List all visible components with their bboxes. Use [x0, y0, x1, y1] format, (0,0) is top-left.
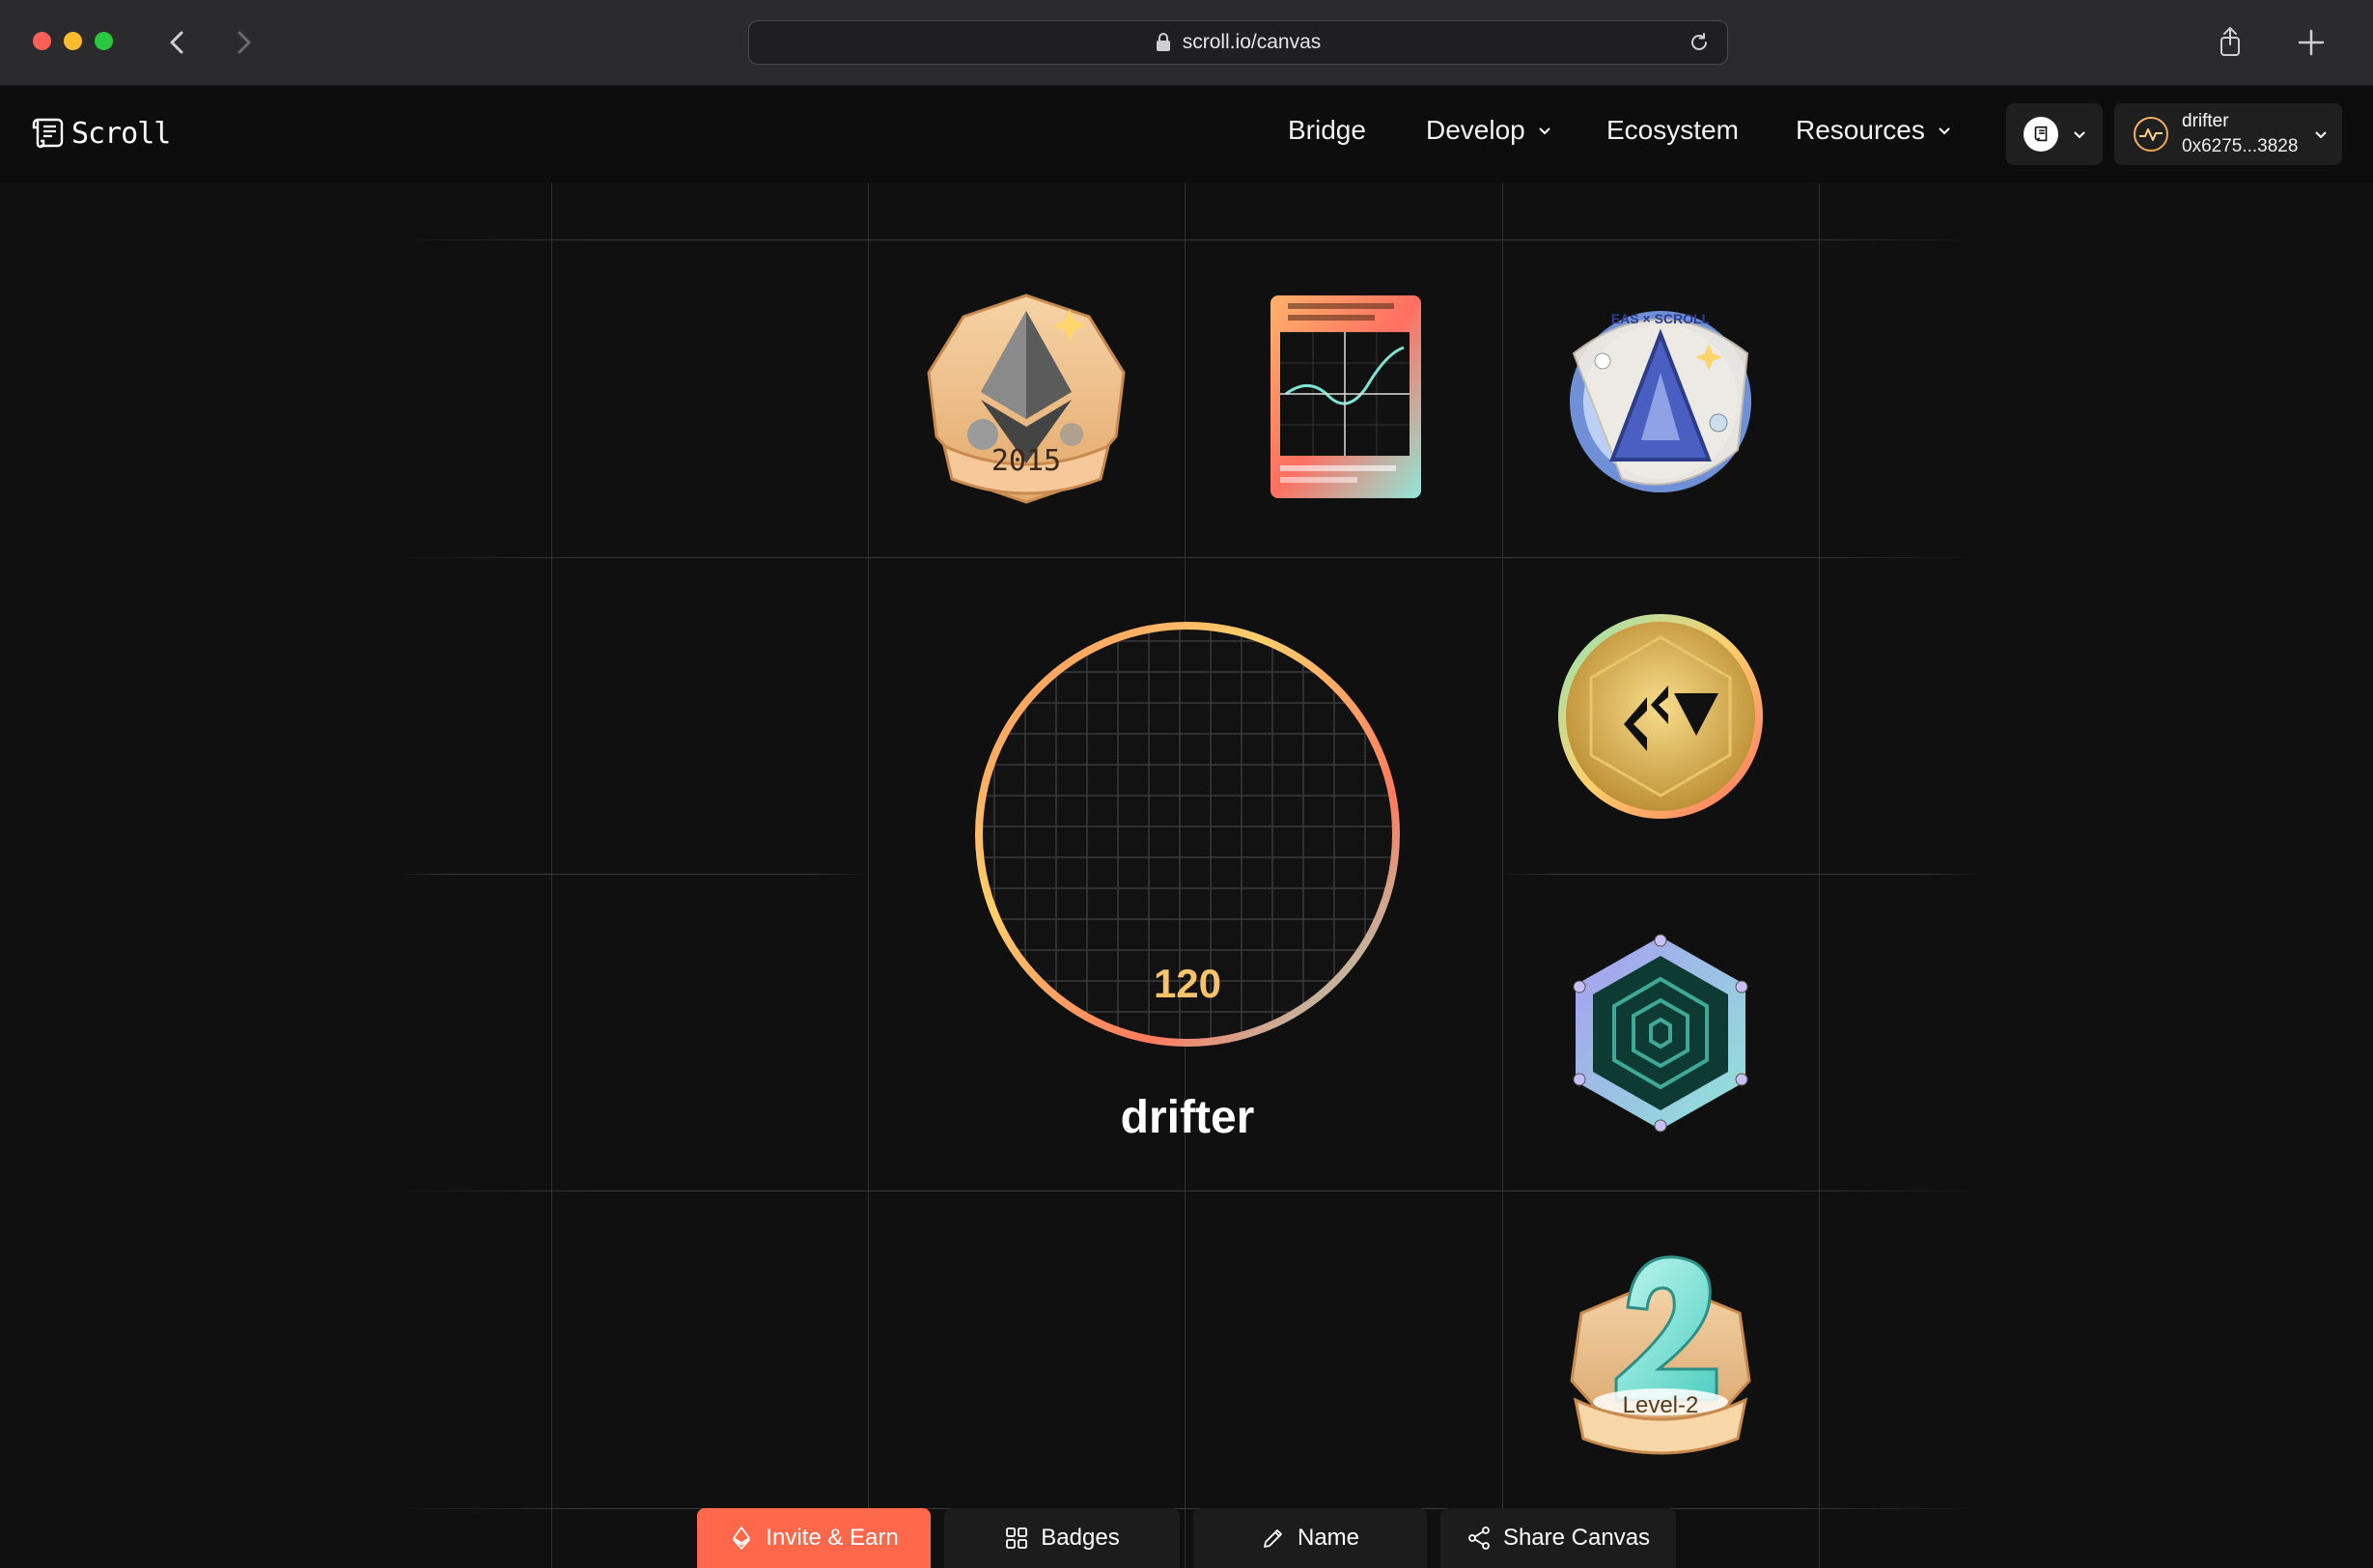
share-canvas-label: Share Canvas — [1502, 1525, 1651, 1551]
grid-line — [1502, 874, 1979, 875]
canvas-username: drifter — [1120, 1092, 1255, 1143]
address-bar[interactable]: scroll.io/canvas — [748, 20, 1728, 65]
close-window-button[interactable] — [33, 32, 51, 50]
forward-icon[interactable] — [222, 21, 265, 64]
grid-line — [396, 874, 869, 875]
invite-earn-label: Invite & Earn — [766, 1525, 899, 1551]
name-button[interactable]: Name — [1193, 1508, 1427, 1568]
network-selector[interactable] — [2006, 103, 2103, 165]
chevron-down-icon — [2074, 131, 2085, 139]
badges-label: Badges — [1041, 1525, 1120, 1551]
reload-icon[interactable] — [1689, 32, 1710, 53]
browser-chrome: scroll.io/canvas — [0, 0, 2373, 86]
wallet-name: drifter — [2182, 111, 2229, 131]
nav-develop-label: Develop — [1426, 115, 1525, 145]
minimize-window-button[interactable] — [64, 32, 82, 50]
eas-scroll-badge[interactable]: EAS × SCROLL — [1564, 295, 1757, 498]
scroll-logo[interactable]: Scroll — [29, 115, 171, 152]
chevron-down-icon — [2315, 131, 2328, 139]
chevron-down-icon — [1539, 127, 1550, 135]
ethereum-2015-badge[interactable]: 2015 — [917, 290, 1135, 508]
share-canvas-button[interactable]: Share Canvas — [1440, 1508, 1676, 1568]
wallet-button[interactable]: drifter 0x6275...3828 — [2114, 103, 2342, 165]
new-tab-icon[interactable] — [2292, 23, 2331, 62]
chevron-down-icon — [1939, 127, 1950, 135]
nav-bridge-label: Bridge — [1288, 115, 1366, 145]
scroll-network-icon — [2024, 117, 2058, 152]
window-controls — [33, 32, 113, 50]
grid-line — [868, 183, 869, 1568]
wallet-info: drifter 0x6275...3828 — [2182, 111, 2298, 157]
equation-scroll-icon — [1270, 295, 1421, 498]
nav-develop[interactable]: Develop — [1426, 115, 1552, 146]
badge-title-label: EAS × SCROLL — [1610, 311, 1711, 326]
grid-icon — [1006, 1527, 1028, 1549]
badge-year-label: 2015 — [991, 444, 1062, 478]
name-label: Name — [1297, 1525, 1360, 1551]
back-icon[interactable] — [156, 21, 199, 64]
nav-ecosystem-label: Ecosystem — [1606, 115, 1739, 145]
grid-line — [1502, 183, 1503, 1568]
pencil-icon — [1264, 1529, 1282, 1548]
grid-line — [551, 183, 552, 1568]
grid-line — [396, 557, 1979, 558]
share-nodes-icon — [1468, 1526, 1490, 1550]
scroll-logo-icon — [32, 118, 64, 149]
score-value: 120 — [1153, 961, 1222, 1006]
level-2-badge[interactable]: Level-2 — [1556, 1246, 1765, 1456]
gold-medallion-icon — [1558, 614, 1763, 819]
url-text: scroll.io/canvas — [1182, 31, 1322, 53]
wallet-address: 0x6275...3828 — [2182, 136, 2299, 156]
nav-resources-label: Resources — [1796, 115, 1925, 145]
ethereum-icon — [733, 1526, 751, 1550]
gold-medallion-badge[interactable] — [1554, 610, 1767, 823]
wallet-avatar-icon — [2134, 117, 2168, 152]
hexagon-spiral-icon — [1573, 934, 1748, 1133]
grid-line — [396, 1190, 1979, 1191]
zoom-window-button[interactable] — [95, 32, 113, 50]
brand-name: Scroll — [71, 116, 171, 151]
badges-button[interactable]: Badges — [944, 1508, 1180, 1568]
nav-bridge[interactable]: Bridge — [1288, 115, 1366, 146]
grid-line — [396, 239, 1979, 240]
badge-level-label: Level-2 — [1622, 1392, 1699, 1418]
lock-icon — [1156, 33, 1170, 51]
equation-scroll-badge[interactable] — [1251, 290, 1438, 508]
nav-ecosystem[interactable]: Ecosystem — [1606, 115, 1739, 146]
hexagon-spiral-badge[interactable] — [1568, 931, 1753, 1135]
grid-line — [396, 1508, 1979, 1509]
level-2-icon — [1570, 1255, 1751, 1455]
grid-line — [1819, 183, 1820, 1568]
invite-earn-button[interactable]: Invite & Earn — [697, 1508, 931, 1568]
nav-resources[interactable]: Resources — [1796, 115, 1952, 146]
share-icon[interactable] — [2211, 23, 2249, 62]
site-header: Scroll Bridge Develop Ecosystem Resource… — [0, 86, 2373, 182]
